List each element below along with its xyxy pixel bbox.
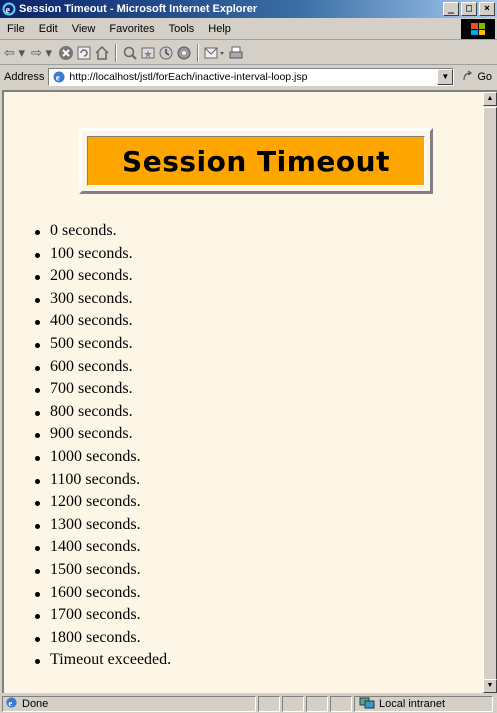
status-pane bbox=[330, 696, 352, 712]
list-item: 1000 seconds. bbox=[34, 446, 171, 469]
list-item: 800 seconds. bbox=[34, 401, 171, 424]
list-item: 900 seconds. bbox=[34, 423, 171, 446]
windows-logo-icon bbox=[461, 19, 495, 39]
media-icon[interactable] bbox=[176, 43, 192, 63]
menu-edit[interactable]: Edit bbox=[32, 23, 65, 35]
list-item: 1100 seconds. bbox=[34, 469, 171, 492]
scroll-up-icon[interactable]: ▲ bbox=[483, 92, 497, 106]
go-arrow-icon bbox=[462, 70, 474, 85]
done-page-icon: e bbox=[5, 696, 18, 712]
list-item: 600 seconds. bbox=[34, 356, 171, 379]
heading-table: Session Timeout bbox=[79, 128, 433, 194]
list-item: 0 seconds. bbox=[34, 220, 171, 243]
list-item: 200 seconds. bbox=[34, 265, 171, 288]
title-bar[interactable]: e Session Timeout - Microsoft Internet E… bbox=[0, 0, 497, 18]
intranet-icon bbox=[359, 697, 375, 712]
status-pane bbox=[306, 696, 328, 712]
forward-arrow-icon[interactable]: ⇨ ▾ bbox=[31, 43, 52, 63]
menu-help[interactable]: Help bbox=[201, 23, 238, 35]
address-url: http://localhost/jstl/forEach/inactive-i… bbox=[69, 71, 308, 83]
menu-tools[interactable]: Tools bbox=[162, 23, 202, 35]
svg-text:e: e bbox=[56, 73, 60, 83]
stop-icon[interactable] bbox=[58, 43, 74, 63]
favorites-icon[interactable] bbox=[140, 43, 156, 63]
scroll-thumb[interactable] bbox=[483, 107, 497, 680]
vertical-scrollbar[interactable]: ▲ ▼ bbox=[483, 90, 497, 693]
svg-text:e: e bbox=[6, 5, 11, 16]
scroll-down-icon[interactable]: ▼ bbox=[483, 679, 497, 693]
page-icon: e bbox=[52, 70, 66, 84]
window-title: Session Timeout - Microsoft Internet Exp… bbox=[19, 3, 258, 15]
address-dropdown-button[interactable]: ▼ bbox=[437, 69, 454, 85]
menu-favorites[interactable]: Favorites bbox=[102, 23, 161, 35]
page-heading: Session Timeout bbox=[87, 136, 425, 186]
list-item: 500 seconds. bbox=[34, 333, 171, 356]
home-icon[interactable] bbox=[94, 43, 110, 63]
list-item: 100 seconds. bbox=[34, 243, 171, 266]
back-arrow-icon[interactable]: ⇦ ▾ bbox=[4, 43, 25, 63]
minimize-button[interactable]: _ bbox=[443, 2, 459, 16]
timeout-list: 0 seconds. 100 seconds. 200 seconds. 300… bbox=[34, 220, 171, 672]
status-bar: e Done Local intranet bbox=[0, 695, 497, 713]
menu-file[interactable]: File bbox=[0, 23, 32, 35]
toolbar: ⇦ ▾ ⇨ ▾ bbox=[0, 41, 497, 65]
list-item: 400 seconds. bbox=[34, 310, 171, 333]
mail-icon[interactable] bbox=[204, 43, 226, 63]
list-item: Timeout exceeded. bbox=[34, 649, 171, 672]
svg-text:e: e bbox=[9, 699, 13, 708]
menu-bar: File Edit View Favorites Tools Help bbox=[0, 18, 497, 40]
go-button[interactable]: Go bbox=[462, 70, 492, 85]
zone-label: Local intranet bbox=[379, 698, 446, 710]
list-item: 1500 seconds. bbox=[34, 559, 171, 582]
print-icon[interactable] bbox=[228, 43, 244, 63]
list-item: 1200 seconds. bbox=[34, 491, 171, 514]
status-zone: Local intranet bbox=[354, 696, 493, 712]
list-item: 1300 seconds. bbox=[34, 514, 171, 537]
status-text: Done bbox=[22, 698, 49, 710]
go-label: Go bbox=[477, 71, 493, 83]
maximize-button[interactable]: □ bbox=[461, 2, 477, 16]
search-icon[interactable] bbox=[122, 43, 138, 63]
list-item: 1400 seconds. bbox=[34, 536, 171, 559]
close-button[interactable]: × bbox=[479, 2, 495, 16]
ie-logo-icon: e bbox=[2, 2, 16, 16]
address-bar: Address e http://localhost/jstl/forEach/… bbox=[0, 66, 497, 88]
list-item: 1800 seconds. bbox=[34, 627, 171, 650]
list-item: 700 seconds. bbox=[34, 378, 171, 401]
history-icon[interactable] bbox=[158, 43, 174, 63]
list-item: 1700 seconds. bbox=[34, 604, 171, 627]
status-pane bbox=[282, 696, 304, 712]
status-main: e Done bbox=[2, 696, 256, 712]
menu-view[interactable]: View bbox=[65, 23, 103, 35]
address-label: Address bbox=[4, 71, 45, 83]
status-pane bbox=[258, 696, 280, 712]
list-item: 300 seconds. bbox=[34, 288, 171, 311]
address-input[interactable]: e http://localhost/jstl/forEach/inactive… bbox=[48, 68, 455, 86]
page-content: Session Timeout 0 seconds. 100 seconds. … bbox=[2, 90, 483, 693]
refresh-icon[interactable] bbox=[76, 43, 92, 63]
list-item: 1600 seconds. bbox=[34, 582, 171, 605]
